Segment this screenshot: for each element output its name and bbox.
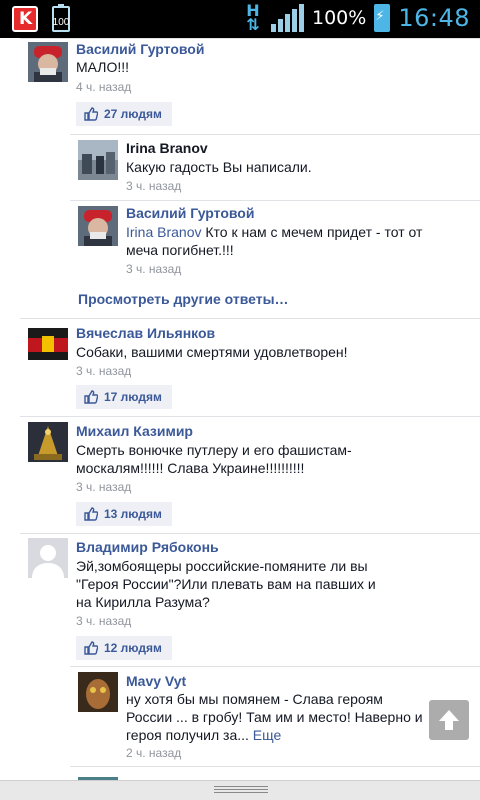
avatar[interactable] xyxy=(78,206,118,246)
thumbs-up-icon xyxy=(84,641,98,655)
drawer-handle-icon[interactable] xyxy=(214,786,268,794)
avatar[interactable] xyxy=(78,672,118,712)
network-letter: H xyxy=(246,1,260,20)
avatar[interactable] xyxy=(28,328,68,360)
divider xyxy=(70,766,480,767)
view-more-replies-link[interactable]: Просмотреть другие ответы… xyxy=(78,291,289,307)
comment-author[interactable]: Василий Гуртовой xyxy=(76,41,204,57)
comment-text: Эй,зомбоящеры российские-помяните ли вы … xyxy=(76,558,376,610)
thumbs-up-icon xyxy=(84,107,98,121)
battery-widget-icon: 100 xyxy=(52,4,70,32)
clock: 16:48 xyxy=(398,4,470,32)
comment-text: Смерть вонючке путлеру и его фашистам-мо… xyxy=(76,442,352,476)
comment-text: МАЛО!!! xyxy=(76,59,130,75)
reply-author[interactable]: Irina Branov xyxy=(126,140,208,156)
status-bar: 100 H⇅ 100% 16:48 xyxy=(0,0,480,38)
divider xyxy=(20,416,480,417)
kaspersky-icon xyxy=(12,6,38,32)
divider xyxy=(20,318,480,319)
comment-time: 3 ч. назад xyxy=(76,364,132,378)
comment-time: 4 ч. назад xyxy=(76,80,132,94)
comment-time: 3 ч. назад xyxy=(76,614,132,628)
reply-time: 3 ч. назад xyxy=(126,262,182,276)
thumbs-up-icon xyxy=(84,507,98,521)
divider xyxy=(70,200,480,201)
battery-percent: 100% xyxy=(312,7,367,29)
comment-time: 3 ч. назад xyxy=(76,480,132,494)
reply-text: Irina Branov Кто к нам с мечем придет - … xyxy=(126,223,426,259)
like-count: 12 людям xyxy=(104,641,162,655)
avatar[interactable] xyxy=(28,422,68,462)
avatar[interactable] xyxy=(78,140,118,180)
see-more-link[interactable]: Еще xyxy=(253,727,282,743)
like-count: 17 людям xyxy=(104,390,162,404)
reply-time: 2 ч. назад xyxy=(126,746,182,760)
like-count: 27 людям xyxy=(104,107,162,121)
scroll-to-top-button[interactable] xyxy=(429,700,469,740)
like-button[interactable]: 13 людям xyxy=(76,502,172,526)
battery-widget-label: 100 xyxy=(52,17,70,28)
reply-author[interactable]: Василий Гуртовой xyxy=(126,205,254,221)
reply-text: Какую гадость Вы написали. xyxy=(126,159,312,175)
arrow-up-icon xyxy=(439,710,459,730)
reply-author[interactable]: Mavy Vyt xyxy=(126,673,186,689)
reply-text: ну хотя бы мы помянем - Слава героям Рос… xyxy=(126,690,431,744)
comments-feed[interactable]: Василий Гуртовой МАЛО!!! 4 ч. назад 27 л… xyxy=(0,38,480,780)
divider xyxy=(70,666,480,667)
like-button[interactable]: 12 людям xyxy=(76,636,172,660)
network-type-icon: H ⇅ xyxy=(246,1,260,34)
divider xyxy=(70,134,480,135)
divider xyxy=(20,533,480,534)
divider xyxy=(20,38,480,39)
comment-author[interactable]: Вячеслав Ильянков xyxy=(76,325,215,341)
like-button[interactable]: 17 людям xyxy=(76,385,172,409)
comment-author[interactable]: Владимир Рябоконь xyxy=(76,539,219,555)
battery-charging-icon xyxy=(374,4,391,32)
signal-strength-icon xyxy=(271,4,304,32)
avatar[interactable] xyxy=(28,538,68,578)
avatar[interactable] xyxy=(78,772,118,780)
reply-time: 3 ч. назад xyxy=(126,179,182,193)
comment-text: Собаки, вашими смертями удовлетворен! xyxy=(76,344,348,360)
thumbs-up-icon xyxy=(84,390,98,404)
reply-mention[interactable]: Irina Branov xyxy=(126,224,201,240)
bottom-drawer-bar[interactable] xyxy=(0,780,480,800)
like-count: 13 людям xyxy=(104,507,162,521)
comment-author[interactable]: Михаил Казимир xyxy=(76,423,193,439)
avatar[interactable] xyxy=(28,42,68,82)
like-button[interactable]: 27 людям xyxy=(76,102,172,126)
